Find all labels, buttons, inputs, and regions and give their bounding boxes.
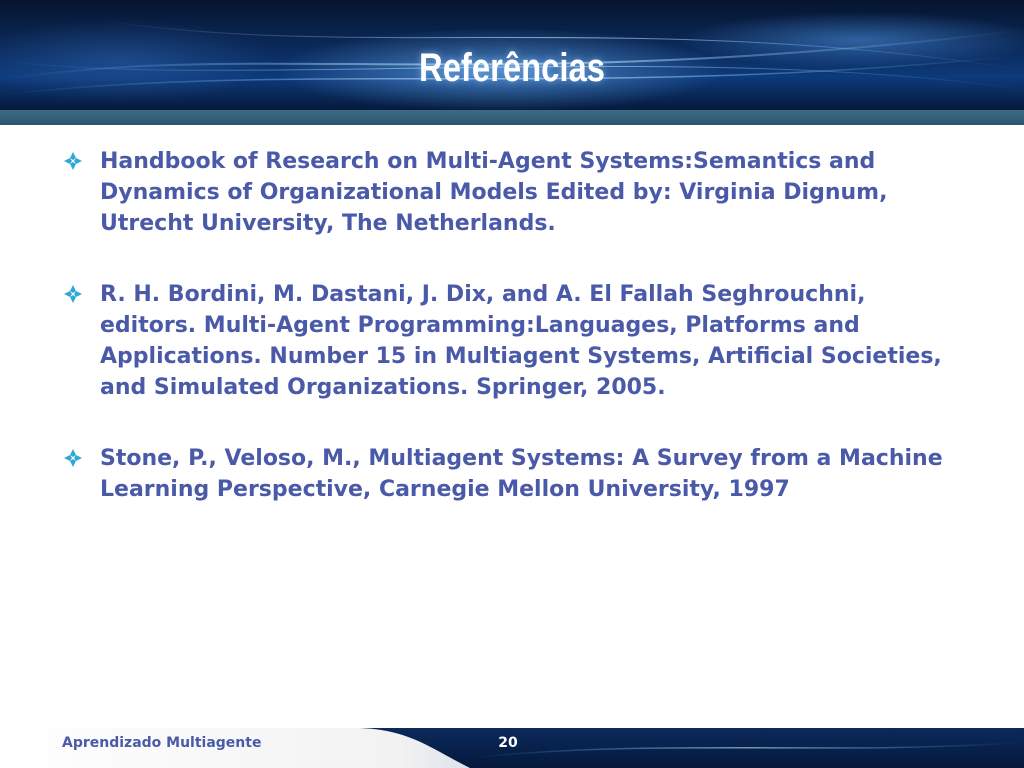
reference-text: Handbook of Research on Multi-Agent Syst… — [100, 149, 888, 236]
reference-text: R. H. Bordini, M. Dastani, J. Dix, and A… — [100, 282, 942, 400]
list-item: Handbook of Research on Multi-Agent Syst… — [60, 146, 960, 239]
diamond-bullet-icon — [64, 152, 82, 170]
page-number: 20 — [498, 735, 518, 751]
footer-course-label: Aprendizado Multiagente — [62, 735, 262, 751]
references-list: Handbook of Research on Multi-Agent Syst… — [60, 146, 960, 545]
diamond-bullet-icon — [64, 285, 82, 303]
reference-text: Stone, P., Veloso, M., Multiagent System… — [100, 446, 943, 502]
diamond-bullet-icon — [64, 449, 82, 467]
list-item: Stone, P., Veloso, M., Multiagent System… — [60, 443, 960, 505]
slide: Referências Handbook of Research on Mult… — [0, 0, 1024, 768]
header-strip — [0, 110, 1024, 125]
list-item: R. H. Bordini, M. Dastani, J. Dix, and A… — [60, 279, 960, 403]
slide-title: Referências — [419, 46, 605, 90]
